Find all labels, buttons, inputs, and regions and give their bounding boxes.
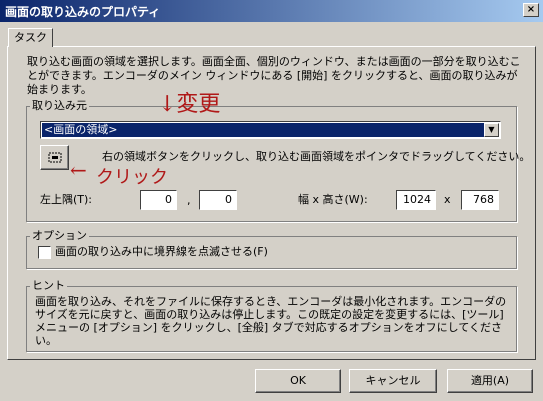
annotation-click: クリック [96,167,168,188]
source-select-value: <画面の領域> [42,123,484,137]
width-field[interactable]: 1024 [396,190,436,210]
close-button[interactable]: × [523,3,539,17]
description-text: 取り込む画面の領域を選択します。画面全面、個別のウィンドウ、または画面の一部分を… [27,55,521,96]
height-field[interactable]: 768 [461,190,499,210]
size-label: 幅 x 高さ(W): [298,193,368,206]
chevron-down-icon[interactable]: ▼ [484,123,499,137]
region-select-icon [48,152,61,163]
window-title: 画面の取り込みのプロパティ [5,5,161,19]
annotation-change: ↓変更 [158,92,221,117]
flash-border-checkbox[interactable] [38,246,51,259]
hint-group-legend: ヒント [30,279,67,293]
top-left-y-field[interactable]: 0 [199,190,237,210]
options-group-legend: オプション [30,229,89,243]
source-group-legend: 取り込み元 [30,99,89,113]
tab-task[interactable]: タスク [8,28,53,47]
region-instruction: 右の領域ボタンをクリックし、取り込む画面領域をポインタでドラッグしてください。 [102,150,531,163]
source-select[interactable]: <画面の領域> ▼ [40,121,501,139]
title-bar: 画面の取り込みのプロパティ × [0,0,543,22]
size-times-sign: x [444,193,451,206]
region-select-button[interactable] [40,145,69,170]
annotation-arrow-icon: ← [70,158,87,182]
flash-border-label[interactable]: 画面の取り込み中に境界線を点滅させる(F) [55,245,268,259]
hint-text: 画面を取り込み、それをファイルに保存するとき、エンコーダは最小化されます。エンコ… [35,295,507,347]
apply-button[interactable]: 適用(A) [447,369,533,393]
top-left-x-field[interactable]: 0 [140,190,177,210]
top-left-label: 左上隅(T): [40,193,93,206]
coordinate-separator: , [187,194,191,207]
ok-button[interactable]: OK [255,369,341,393]
cancel-button[interactable]: キャンセル [349,369,437,393]
